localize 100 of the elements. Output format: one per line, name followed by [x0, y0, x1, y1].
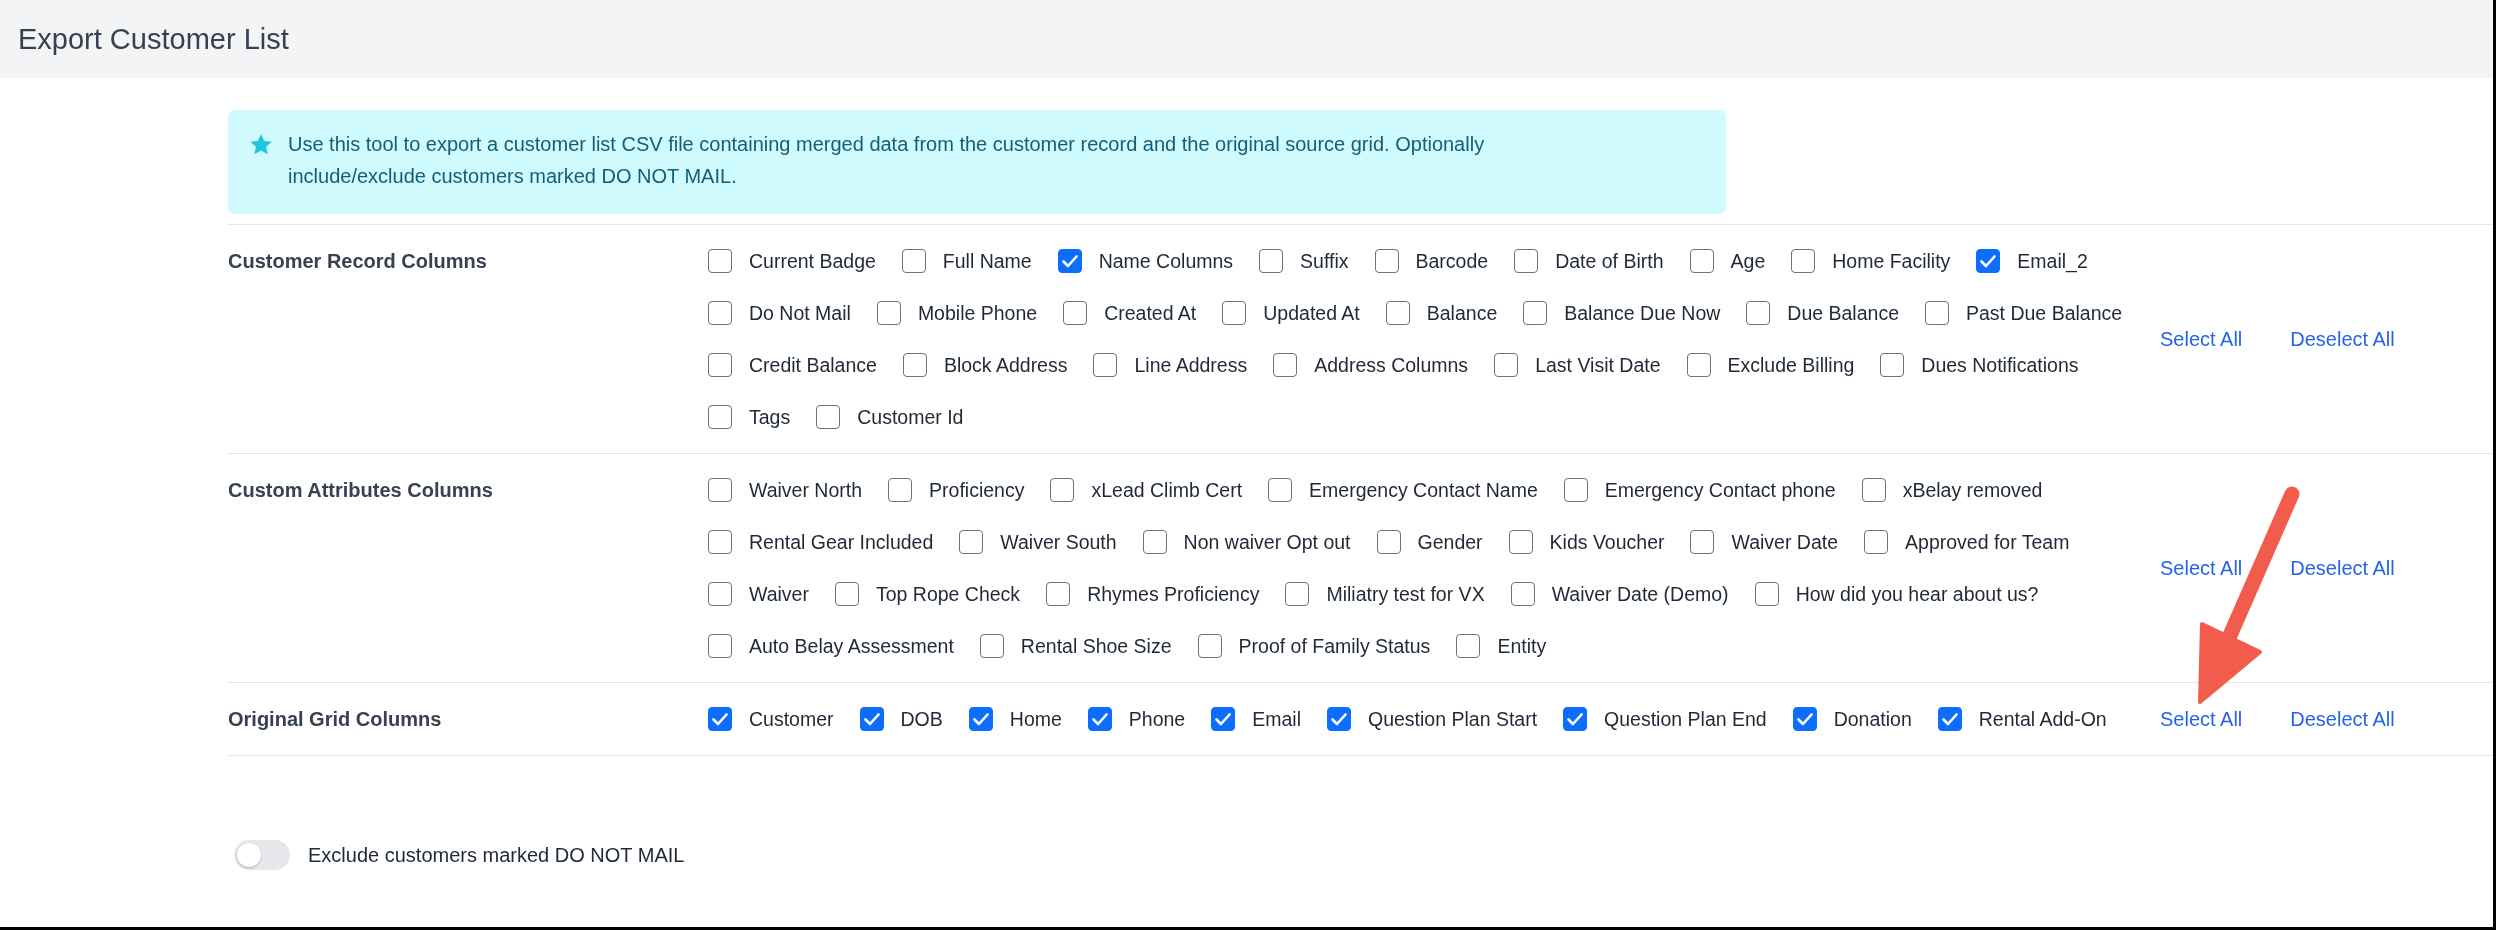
checkbox[interactable] [1063, 301, 1088, 325]
checkbox[interactable] [1976, 249, 2001, 273]
checkbox[interactable] [1508, 530, 1533, 554]
checkbox-label: Rental Gear Included [749, 530, 934, 554]
checkbox-label: Balance Due Now [1564, 301, 1721, 325]
checkbox[interactable] [859, 707, 884, 731]
checkbox[interactable] [1563, 478, 1588, 502]
checkbox[interactable] [708, 707, 732, 731]
checkbox[interactable] [1093, 353, 1118, 377]
checkbox-label: Date of Birth [1555, 249, 1664, 273]
checkbox-label: Auto Belay Assessment [749, 634, 954, 658]
checkbox[interactable] [708, 634, 732, 658]
check-icon [1215, 712, 1232, 726]
checkbox[interactable] [1754, 582, 1779, 606]
checkbox-label: Balance [1426, 301, 1498, 325]
checkbox-label: Rhymes Proficiency [1087, 582, 1260, 606]
checkbox[interactable] [1523, 301, 1548, 325]
checkbox[interactable] [876, 301, 901, 325]
checkbox[interactable] [1142, 530, 1167, 554]
checkbox-label: Waiver [749, 582, 809, 606]
checkbox[interactable] [708, 353, 732, 377]
checkbox[interactable] [1222, 301, 1247, 325]
checkbox[interactable] [708, 301, 732, 325]
checkbox-label: Address Columns [1314, 353, 1469, 377]
checkbox[interactable] [1211, 707, 1236, 731]
select-all-link[interactable]: Select All [2160, 556, 2243, 580]
checkbox[interactable] [1494, 353, 1519, 377]
checkbox-label: Approved for Team [1905, 530, 2070, 554]
checkbox[interactable] [1456, 634, 1481, 658]
checkbox[interactable] [1374, 249, 1399, 273]
select-all-link[interactable]: Select All [2160, 707, 2243, 731]
checkbox[interactable] [1686, 353, 1711, 377]
check-icon [1796, 712, 1813, 726]
checkbox-label: Customer Id [857, 405, 964, 429]
checkbox[interactable] [1563, 707, 1588, 731]
check-icon [1061, 254, 1078, 268]
checkbox-label: Non waiver Opt out [1183, 530, 1351, 554]
checkbox-label: Barcode [1415, 249, 1489, 273]
checkbox[interactable] [834, 582, 859, 606]
checkbox[interactable] [1385, 301, 1410, 325]
checkbox[interactable] [708, 405, 732, 429]
checkbox-label: DOB [900, 707, 943, 731]
checkbox-label: Age [1730, 249, 1766, 273]
checkbox[interactable] [708, 478, 732, 502]
checkbox[interactable] [1285, 582, 1310, 606]
page-title: Export Customer List [18, 22, 289, 56]
checkbox[interactable] [888, 478, 913, 502]
checkbox[interactable] [1514, 249, 1539, 273]
checkbox-label: Created At [1104, 301, 1197, 325]
checkbox[interactable] [1792, 707, 1817, 731]
select-all-link[interactable]: Select All [2160, 327, 2243, 351]
checkbox[interactable] [1510, 582, 1535, 606]
checkbox[interactable] [1861, 478, 1886, 502]
star-icon [250, 134, 272, 155]
toggle-switch[interactable] [234, 840, 290, 870]
checkbox[interactable] [1880, 353, 1905, 377]
checkbox[interactable] [1050, 478, 1075, 502]
checkbox-label: Current Badge [749, 249, 876, 273]
deselect-all-link[interactable]: Deselect All [2290, 707, 2395, 731]
checkbox-label: Emergency Contact phone [1604, 478, 1836, 502]
checkbox[interactable] [1046, 582, 1071, 606]
checkbox[interactable] [1937, 707, 1962, 731]
checkbox-label: Block Address [943, 353, 1068, 377]
checkbox-label: Exclude Billing [1727, 353, 1855, 377]
checkbox[interactable] [1259, 249, 1284, 273]
checkbox[interactable] [1327, 707, 1351, 731]
checkbox[interactable] [968, 707, 993, 731]
deselect-all-link[interactable]: Deselect All [2290, 327, 2395, 351]
checkbox[interactable] [1689, 249, 1714, 273]
checkbox-label: Question Plan Start [1368, 707, 1538, 731]
checkbox-label: xBelay removed [1902, 478, 2043, 502]
checkbox-label: Phone [1128, 707, 1186, 731]
checkbox-label: Donation [1833, 707, 1912, 731]
checkbox[interactable] [979, 634, 1004, 658]
check-icon [1980, 254, 1997, 268]
check-icon [712, 712, 728, 726]
checkbox-label: Proof of Family Status [1238, 634, 1431, 658]
checkbox[interactable] [1746, 301, 1771, 325]
checkbox-label: Question Plan End [1604, 707, 1767, 731]
checkbox[interactable] [816, 405, 841, 429]
checkbox[interactable] [1268, 478, 1293, 502]
checkbox-label: Waiver North [749, 478, 863, 502]
checkbox-label: Name Columns [1098, 249, 1234, 273]
checkbox[interactable] [901, 249, 926, 273]
checkbox[interactable] [1273, 353, 1298, 377]
checkbox-label: Line Address [1134, 353, 1248, 377]
deselect-all-link[interactable]: Deselect All [2290, 556, 2395, 580]
checkbox[interactable] [1791, 249, 1816, 273]
checkbox[interactable] [1197, 634, 1222, 658]
checkbox[interactable] [708, 249, 732, 273]
checkbox[interactable] [1376, 530, 1401, 554]
checkbox[interactable] [902, 353, 927, 377]
checkbox[interactable] [1690, 530, 1715, 554]
checkbox[interactable] [1057, 249, 1082, 273]
checkbox[interactable] [1087, 707, 1112, 731]
checkbox[interactable] [708, 582, 732, 606]
checkbox[interactable] [708, 530, 732, 554]
checkbox[interactable] [959, 530, 984, 554]
checkbox[interactable] [1864, 530, 1889, 554]
checkbox[interactable] [1925, 301, 1949, 325]
